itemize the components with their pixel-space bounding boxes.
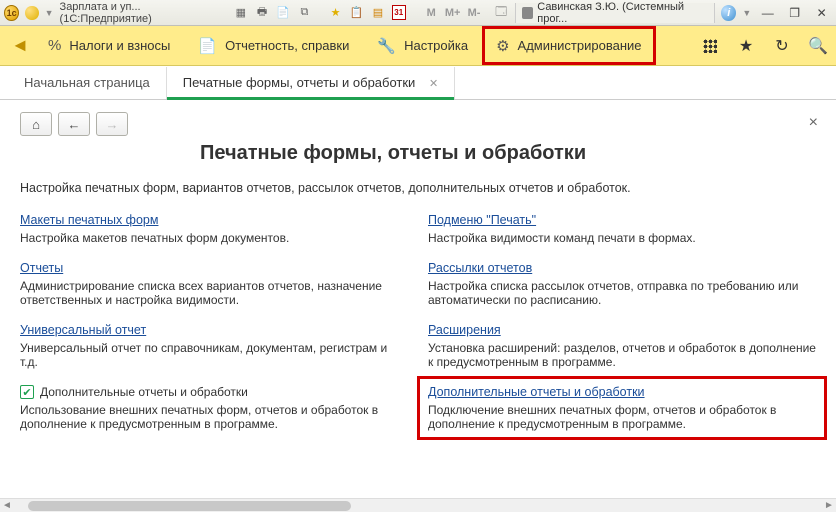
toolbar-back-button[interactable]: ◄: [6, 26, 34, 65]
wrench-icon: 🔧: [377, 37, 396, 55]
chevron-down-icon: ▼: [45, 8, 54, 18]
desc-additional-left: Использование внешних печатных форм, отч…: [20, 403, 408, 431]
document-icon: 📄: [198, 37, 217, 55]
window-titlebar: 1c ▼ Зарплата и уп... (1С:Предприятие) ▦…: [0, 0, 836, 26]
nav-settings[interactable]: 🔧 Настройка: [363, 26, 482, 65]
gear-icon: ⚙: [496, 37, 509, 55]
section-universal-report: Универсальный отчет Универсальный отчет …: [20, 323, 408, 369]
right-column: Подменю "Печать" Настройка видимости ком…: [428, 213, 816, 447]
horizontal-scrollbar[interactable]: ◄ ►: [0, 498, 836, 512]
app-icon: 1c: [4, 5, 19, 21]
desc-universal-report: Универсальный отчет по справочникам, док…: [20, 341, 408, 369]
nav-reports[interactable]: 📄 Отчетность, справки: [184, 26, 363, 65]
scroll-track[interactable]: [14, 501, 822, 511]
link-additional-reports[interactable]: Дополнительные отчеты и обработки: [428, 385, 645, 399]
nav-label: Налоги и взносы: [69, 38, 170, 53]
link-universal-report[interactable]: Универсальный отчет: [20, 323, 146, 337]
desc-extensions: Установка расширений: разделов, отчетов …: [428, 341, 816, 369]
link-print-layouts[interactable]: Макеты печатных форм: [20, 213, 158, 227]
page-content: ⌂ ← → × Печатные формы, отчеты и обработ…: [0, 100, 836, 498]
scroll-left-arrow[interactable]: ◄: [0, 500, 14, 511]
highlighted-section: Дополнительные отчеты и обработки Подклю…: [422, 381, 822, 435]
section-report-mailing: Рассылки отчетов Настройка списка рассыл…: [428, 261, 816, 307]
toolbar-right: ★ ↻ 🔍: [692, 26, 836, 65]
percent-icon: %: [48, 37, 61, 54]
app-menu-dropdown[interactable]: [25, 6, 38, 20]
link-reports[interactable]: Отчеты: [20, 261, 63, 275]
restore-button[interactable]: ❐: [784, 4, 805, 22]
doc-icon[interactable]: 📄: [276, 5, 291, 21]
avatar-icon: [522, 7, 533, 19]
checkbox-checked-icon[interactable]: ✔: [20, 385, 34, 399]
tab-print-forms[interactable]: Печатные формы, отчеты и обработки ✕: [167, 67, 455, 99]
link-print-submenu[interactable]: Подменю "Печать": [428, 213, 536, 227]
close-tab-icon[interactable]: ✕: [429, 78, 438, 90]
section-additional-reports-checkbox: ✔ Дополнительные отчеты и обработки Испо…: [20, 385, 408, 431]
window-icon[interactable]: 🗔: [494, 5, 509, 21]
compare-icon[interactable]: ⧉: [297, 5, 312, 21]
desc-reports: Администрирование списка всех вариантов …: [20, 279, 408, 307]
desc-print-submenu: Настройка видимости команд печати в форм…: [428, 231, 816, 245]
favorites-button[interactable]: ★: [728, 26, 764, 66]
calendar-icon[interactable]: 31: [392, 5, 406, 20]
info-icon[interactable]: i: [721, 5, 736, 21]
window-title: Зарплата и уп... (1С:Предприятие): [60, 1, 228, 25]
apps-button[interactable]: [692, 26, 728, 66]
nav-label: Отчетность, справки: [225, 38, 349, 53]
user-segment[interactable]: Савинская З.Ю. (Системный прог...: [515, 3, 715, 23]
chevron-down-icon: ▼: [742, 8, 751, 18]
tab-label: Начальная страница: [24, 75, 150, 90]
nav-taxes[interactable]: % Налоги и взносы: [34, 26, 184, 65]
minimize-button[interactable]: —: [757, 4, 778, 22]
back-button[interactable]: ←: [58, 112, 90, 136]
link-extensions[interactable]: Расширения: [428, 323, 501, 337]
m-icon[interactable]: M: [424, 5, 439, 21]
link-report-mailing[interactable]: Рассылки отчетов: [428, 261, 532, 275]
page-nav-buttons: ⌂ ← →: [20, 112, 816, 136]
desc-additional-right: Подключение внешних печатных форм, отчет…: [428, 403, 816, 431]
star-icon[interactable]: ★: [328, 5, 343, 21]
section-reports: Отчеты Администрирование списка всех вар…: [20, 261, 408, 307]
tabs-bar: Начальная страница Печатные формы, отчет…: [0, 66, 836, 100]
close-button[interactable]: ✕: [811, 4, 832, 22]
section-print-layouts: Макеты печатных форм Настройка макетов п…: [20, 213, 408, 245]
search-button[interactable]: 🔍: [800, 26, 836, 66]
section-additional-reports-link: Дополнительные отчеты и обработки Подклю…: [428, 381, 816, 435]
grid-icon: [703, 39, 717, 53]
page-title: Печатные формы, отчеты и обработки: [200, 142, 816, 165]
content-columns: Макеты печатных форм Настройка макетов п…: [20, 213, 816, 447]
section-print-submenu: Подменю "Печать" Настройка видимости ком…: [428, 213, 816, 245]
tb-icon-1[interactable]: ▦: [233, 5, 248, 21]
section-extensions: Расширения Установка расширений: раздело…: [428, 323, 816, 369]
main-toolbar: ◄ % Налоги и взносы 📄 Отчетность, справк…: [0, 26, 836, 66]
nav-label: Настройка: [404, 38, 468, 53]
m-plus-icon[interactable]: M+: [445, 5, 461, 21]
page-close-button[interactable]: ×: [809, 114, 818, 132]
checkbox-row[interactable]: ✔ Дополнительные отчеты и обработки: [20, 385, 408, 399]
scroll-right-arrow[interactable]: ►: [822, 500, 836, 511]
nav-administration[interactable]: ⚙ Администрирование: [482, 26, 655, 65]
page-subtitle: Настройка печатных форм, вариантов отчет…: [20, 181, 816, 195]
tab-label: Печатные формы, отчеты и обработки: [183, 75, 416, 90]
clipboard-icon[interactable]: 📋: [349, 5, 364, 21]
table-icon[interactable]: ▤: [370, 5, 385, 21]
print-icon[interactable]: 🖶: [254, 5, 269, 21]
user-label: Савинская З.Ю. (Системный прог...: [537, 1, 708, 25]
home-button[interactable]: ⌂: [20, 112, 52, 136]
desc-report-mailing: Настройка списка рассылок отчетов, отпра…: [428, 279, 816, 307]
forward-button[interactable]: →: [96, 112, 128, 136]
nav-label: Администрирование: [518, 38, 642, 53]
history-button[interactable]: ↻: [764, 26, 800, 66]
desc-print-layouts: Настройка макетов печатных форм документ…: [20, 231, 408, 245]
checkbox-label: Дополнительные отчеты и обработки: [40, 385, 248, 399]
m-minus-icon[interactable]: M-: [466, 5, 481, 21]
tab-start-page[interactable]: Начальная страница: [8, 67, 167, 99]
scroll-thumb[interactable]: [28, 501, 351, 511]
left-column: Макеты печатных форм Настройка макетов п…: [20, 213, 408, 447]
